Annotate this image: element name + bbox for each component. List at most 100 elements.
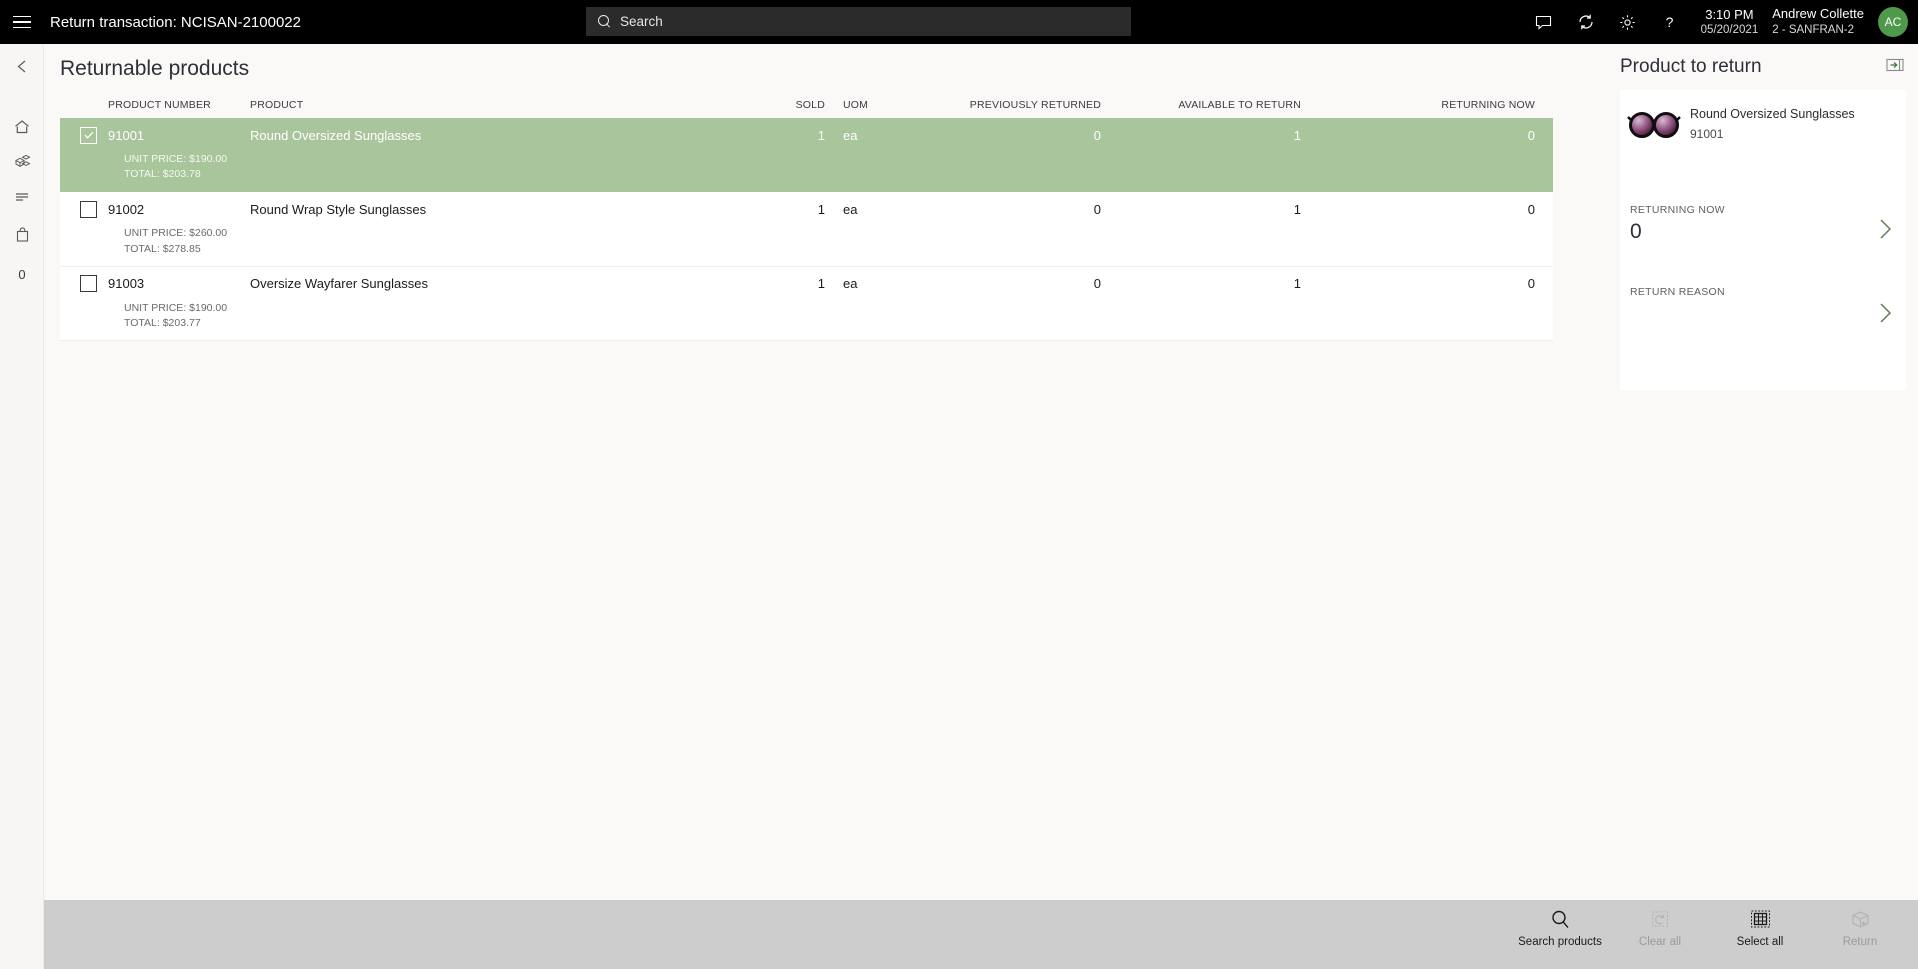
left-nav-rail: 0 [0, 44, 44, 969]
help-question-icon[interactable]: ? [1649, 0, 1691, 44]
user-name: Andrew Collette [1772, 6, 1864, 22]
row-product-name: Round Oversized Sunglasses [250, 127, 422, 143]
row-returning-now: 0 [1527, 127, 1535, 143]
return-reason-field[interactable]: RETURN REASON [1620, 286, 1906, 326]
row-checkbox-cell [60, 200, 106, 218]
grid-header-row: PRODUCT NUMBER PRODUCT SOLD UOM PREVIOUS… [60, 92, 1553, 118]
table-row[interactable]: 91001 Round Oversized Sunglasses 1 ea 0 … [60, 118, 1553, 193]
panel-product: Round Oversized Sunglasses 91001 [1620, 90, 1906, 146]
dock-panel-icon[interactable] [1886, 58, 1904, 77]
returnable-products-grid: PRODUCT NUMBER PRODUCT SOLD UOM PREVIOUS… [60, 92, 1553, 342]
clear-all-label: Clear all [1638, 936, 1682, 948]
return-box-icon [1850, 908, 1871, 930]
hamburger-menu-icon[interactable] [0, 0, 44, 44]
topbar-right-cluster: ? 3:10 PM 05/20/2021 Andrew Collette 2 -… [1523, 0, 1918, 44]
row-previously-returned: 0 [1093, 127, 1101, 143]
header-previously-returned: PREVIOUSLY RETURNED [969, 99, 1101, 111]
panel-header: Product to return [1613, 44, 1918, 78]
row-checkbox-cell [60, 275, 106, 293]
row-unit-price: UNIT PRICE: $190.00 [124, 153, 228, 165]
row-checkbox[interactable] [80, 200, 97, 218]
row-sold: 1 [817, 127, 825, 143]
main-content: Returnable products PRODUCT NUMBER PRODU… [44, 44, 1613, 900]
row-checkbox-cell [60, 126, 106, 144]
page-transaction-title: Return transaction: NCISAN-2100022 [50, 13, 301, 31]
row-sold: 1 [817, 201, 825, 217]
row-uom: ea [843, 201, 858, 217]
row-product-number: 91002 [108, 201, 145, 217]
chevron-right-icon[interactable] [1874, 300, 1896, 331]
panel-card: Round Oversized Sunglasses 91001 RETURNI… [1620, 90, 1906, 390]
product-to-return-panel: Product to return Round Oversized Sungla… [1613, 44, 1918, 900]
shopping-bag-icon[interactable] [0, 213, 44, 257]
row-product-number: 91003 [108, 276, 145, 292]
current-time: 3:10 PM [1705, 6, 1754, 22]
cart-count-value: 0 [18, 266, 26, 282]
current-date: 05/20/2021 [1700, 23, 1759, 36]
search-placeholder: Search [620, 14, 663, 29]
panel-product-number: 91001 [1690, 126, 1724, 141]
clock-block: 3:10 PM 05/20/2021 [1701, 7, 1759, 38]
svg-text:?: ? [1666, 14, 1674, 30]
row-unit-price: UNIT PRICE: $260.00 [124, 227, 228, 240]
row-returning-now: 0 [1527, 201, 1535, 217]
row-total: TOTAL: $203.77 [124, 317, 201, 330]
returning-now-field[interactable]: RETURNING NOW 0 [1620, 204, 1906, 244]
row-product-number: 91001 [108, 127, 145, 143]
table-row[interactable]: 91002 Round Wrap Style Sunglasses 1 ea 0… [60, 192, 1553, 267]
select-all-grid-icon [1750, 908, 1771, 930]
cart-count[interactable]: 0 [0, 252, 44, 296]
back-arrow-icon[interactable] [0, 44, 44, 88]
row-price-details: UNIT PRICE: $190.00 TOTAL: $203.78 [60, 152, 1553, 191]
row-checkbox[interactable] [80, 126, 97, 144]
sunglasses-thumbnail-icon [1626, 104, 1682, 146]
search-icon [598, 15, 611, 28]
row-available-to-return: 1 [1293, 127, 1301, 143]
row-sold: 1 [817, 276, 825, 292]
message-icon[interactable] [1523, 0, 1565, 44]
row-total: TOTAL: $203.78 [124, 168, 201, 181]
row-checkbox[interactable] [80, 275, 97, 293]
chevron-right-icon[interactable] [1874, 216, 1896, 247]
panel-title: Product to return [1620, 56, 1762, 77]
row-available-to-return: 1 [1293, 276, 1301, 292]
user-store: 2 - SANFRAN-2 [1772, 23, 1855, 36]
row-price-details: UNIT PRICE: $190.00 TOTAL: $203.77 [60, 301, 1553, 340]
returning-now-label: RETURNING NOW [1630, 204, 1725, 216]
row-price-details: UNIT PRICE: $260.00 TOTAL: $278.85 [60, 226, 1553, 265]
select-all-label: Select all [1736, 936, 1784, 948]
return-label: Return [1842, 936, 1878, 948]
row-product-name: Oversize Wayfarer Sunglasses [250, 276, 428, 292]
header-product-number: PRODUCT NUMBER [108, 99, 211, 111]
return-button: Return [1810, 900, 1910, 969]
sync-icon[interactable] [1565, 0, 1607, 44]
bottom-command-bar: Search products Clear all Select all Ret… [44, 900, 1918, 969]
row-total: TOTAL: $278.85 [124, 242, 201, 255]
search-icon [1550, 908, 1571, 930]
settings-gear-icon[interactable] [1607, 0, 1649, 44]
row-previously-returned: 0 [1093, 276, 1101, 292]
clear-all-button: Clear all [1610, 900, 1710, 969]
search-products-label: Search products [1518, 936, 1602, 948]
global-search-input[interactable]: Search [586, 7, 1131, 36]
header-product: PRODUCT [250, 99, 304, 111]
search-products-button[interactable]: Search products [1510, 900, 1610, 969]
row-uom: ea [843, 276, 858, 292]
panel-product-name: Round Oversized Sunglasses [1690, 107, 1855, 121]
clear-all-icon [1650, 908, 1671, 930]
header-sold: SOLD [795, 99, 825, 111]
avatar[interactable]: AC [1878, 7, 1908, 37]
header-uom: UOM [843, 99, 869, 111]
row-unit-price: UNIT PRICE: $190.00 [124, 301, 228, 314]
row-uom: ea [843, 127, 858, 143]
header-available-to-return: AVAILABLE TO RETURN [1178, 99, 1301, 111]
returning-now-value: 0 [1630, 220, 1642, 243]
header-returning-now: RETURNING NOW [1441, 99, 1535, 111]
page-title: Returnable products [60, 57, 250, 80]
top-bar: Return transaction: NCISAN-2100022 Searc… [0, 0, 1918, 44]
return-reason-label: RETURN REASON [1630, 286, 1725, 298]
row-product-name: Round Wrap Style Sunglasses [250, 201, 427, 217]
table-row[interactable]: 91003 Oversize Wayfarer Sunglasses 1 ea … [60, 266, 1553, 342]
user-block[interactable]: Andrew Collette 2 - SANFRAN-2 [1772, 6, 1864, 38]
select-all-button[interactable]: Select all [1710, 900, 1810, 969]
